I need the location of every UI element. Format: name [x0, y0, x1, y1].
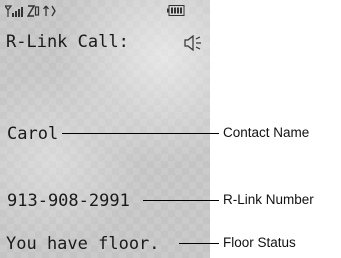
- sync-icon: [43, 5, 56, 17]
- status-bar: [3, 3, 207, 18]
- contact-name: Carol: [7, 124, 59, 144]
- speaker-icon: [184, 35, 201, 51]
- floor-status: You have floor.: [6, 234, 160, 254]
- signal-strength-icon: [5, 5, 23, 17]
- contact-name-leader-line: [62, 133, 219, 134]
- contact-name-callout: Contact Name: [223, 125, 310, 140]
- screen-title: R-Link Call:: [6, 32, 129, 52]
- battery-icon: [167, 5, 185, 16]
- floor-status-callout: Floor Status: [223, 235, 296, 250]
- phone-screen: R-Link Call: Carol 913-908-2991 You have…: [0, 0, 210, 258]
- data-icon: [27, 5, 40, 17]
- floor-status-leader-line: [179, 243, 219, 244]
- rlink-number: 913-908-2991: [7, 191, 130, 211]
- rlink-number-callout: R-Link Number: [223, 192, 314, 207]
- rlink-number-leader-line: [143, 200, 219, 201]
